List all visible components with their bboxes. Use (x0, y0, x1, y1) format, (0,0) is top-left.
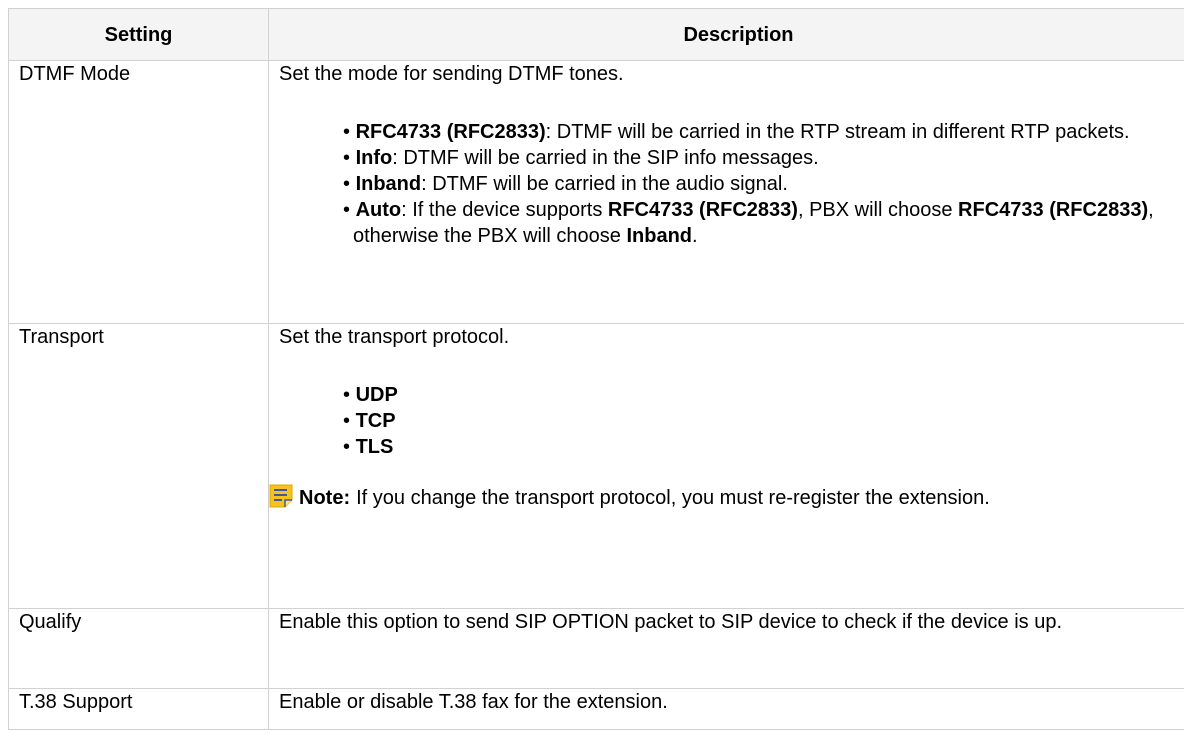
option-text: : DTMF will be carried in the audio sign… (421, 173, 788, 195)
option-text: : DTMF will be carried in the SIP info m… (392, 147, 819, 169)
option-name: Info (355, 147, 393, 169)
note-text: If you change the transport protocol, yo… (356, 487, 990, 509)
column-header-setting: Setting (8, 8, 269, 61)
list-item: TLS (343, 434, 1184, 460)
list-item: RFC4733 (RFC2833): DTMF will be carried … (343, 119, 1184, 145)
setting-name: Qualify (8, 608, 269, 689)
column-header-description: Description (268, 8, 1184, 61)
option-name: TCP (355, 410, 396, 432)
setting-name: DTMF Mode (8, 60, 269, 324)
option-name: RFC4733 (RFC2833) (355, 121, 546, 143)
setting-description: Set the transport protocol. UDP TCP TLS (268, 323, 1184, 609)
option-text: : DTMF will be carried in the RTP stream… (545, 121, 1130, 143)
option-name: TLS (355, 436, 394, 458)
setting-description: Enable or disable T.38 fax for the exten… (268, 688, 1184, 730)
option-emphasis: RFC4733 (RFC2833) (607, 199, 798, 221)
note-callout: Note: If you change the transport protoco… (269, 484, 1184, 511)
list-item: Auto: If the device supports RFC4733 (RF… (343, 197, 1184, 249)
list-item: TCP (343, 408, 1184, 434)
list-item: Info: DTMF will be carried in the SIP in… (343, 145, 1184, 171)
description-text: Set the mode for sending DTMF tones. (279, 63, 624, 85)
settings-table: Setting Description DTMF Mode Set the mo… (8, 8, 1184, 730)
option-emphasis: RFC4733 (RFC2833) (958, 199, 1149, 221)
setting-name: Transport (8, 323, 269, 609)
option-name: Inband (355, 173, 422, 195)
option-text: : If the device supports (401, 199, 608, 221)
table-row: Qualify Enable this option to send SIP O… (8, 608, 1184, 689)
note-label: Note: (299, 487, 351, 509)
list-item: Inband: DTMF will be carried in the audi… (343, 171, 1184, 197)
option-name: UDP (355, 384, 398, 406)
setting-name: T.38 Support (8, 688, 269, 730)
note-icon (269, 484, 293, 508)
table-row: DTMF Mode Set the mode for sending DTMF … (8, 60, 1184, 324)
option-emphasis: Inband (626, 225, 693, 247)
options-list: UDP TCP TLS (279, 382, 1184, 460)
option-text: . (692, 225, 698, 247)
description-text: Set the transport protocol. (279, 326, 510, 348)
option-text: , PBX will choose (797, 199, 959, 221)
list-item: UDP (343, 382, 1184, 408)
table-row: Transport Set the transport protocol. UD… (8, 323, 1184, 609)
options-list: RFC4733 (RFC2833): DTMF will be carried … (279, 119, 1184, 249)
setting-description: Enable this option to send SIP OPTION pa… (268, 608, 1184, 689)
table-row: T.38 Support Enable or disable T.38 fax … (8, 688, 1184, 730)
setting-description: Set the mode for sending DTMF tones. RFC… (268, 60, 1184, 324)
option-name: Auto (355, 199, 402, 221)
table-header-row: Setting Description (8, 8, 1184, 61)
